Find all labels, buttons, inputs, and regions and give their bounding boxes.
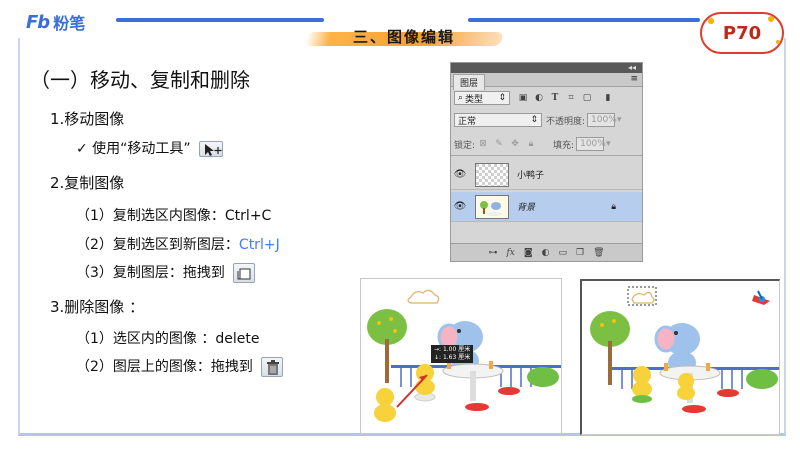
move-tool-icon [199,141,224,157]
tooltip-dy: ↓: 1.63 厘米 [434,354,471,361]
chevron-down-icon[interactable]: ▾ [606,139,611,149]
tab-layers[interactable]: 图层 [453,74,486,90]
layer-row[interactable]: 👁︎ 小鸭子 [451,160,642,190]
scene-illustration-after [580,279,780,435]
lock-position-icon[interactable]: ✥ [510,139,520,149]
trash-icon [261,357,284,377]
scene-illustration-before: →: 1.00 厘米 ↓: 1.63 厘米 [360,278,562,434]
layer-thumbnail [475,194,509,219]
brand-mark: Fb [26,11,50,33]
page-heading: （一）移动、复制和删除 [30,68,250,92]
opacity-value: 100% [591,115,617,125]
badge-dot [768,16,774,22]
fill-input[interactable]: 100% [576,137,606,151]
eye-icon[interactable]: 👁︎ [451,169,469,180]
layers-panel: ◂◂ 图层 ≡ ⌕ 类型 ⇕ ▣ ◐ T ⌗ ▢ ▮ 正常 ⇕ 不透明度: 10… [450,62,643,262]
brand-name: 粉笔 [53,14,86,33]
item-copy-title: 2.复制图像 [50,174,125,192]
link-icon[interactable]: ⊶ [488,248,497,258]
filter-kind-value: 类型 [465,94,484,105]
page-badge: P70 [700,12,784,54]
filter-type-icon[interactable]: T [550,93,560,103]
item-move-sub-text: ✓ 使用“移动工具” [76,141,191,157]
opacity-input[interactable]: 100% [587,113,617,127]
layer-row-selected[interactable]: 👁︎ 背景 🔒︎ [451,192,642,222]
filter-toggle-icon[interactable]: ▮ [603,93,613,103]
adjustment-icon[interactable]: ◐ [542,248,550,258]
header-rule-left [116,18,324,22]
item-copy-sub3-text: （3）复制图层：拖拽到 [76,265,225,281]
blend-row: 正常 ⇕ 不透明度: 100% ▾ [451,113,642,127]
panel-titlebar: ◂◂ [451,63,642,73]
panel-tabs: 图层 ≡ [451,73,642,90]
layer-name: 背景 [517,203,536,213]
section-banner: 三、图像编辑 [304,22,504,52]
collapse-icon[interactable]: ◂◂ [628,63,636,72]
search-icon: ⌕ [458,93,464,103]
move-offset-tooltip: →: 1.00 厘米 ↓: 1.63 厘米 [431,345,474,363]
new-layer-icon [233,263,256,283]
filter-kind-select[interactable]: ⌕ 类型 ⇕ [454,91,510,105]
chevron-updown-icon: ⇕ [498,93,506,103]
item-move-sub: ✓ 使用“移动工具” [76,138,224,158]
mask-icon[interactable]: ◙ [524,248,533,258]
panel-footer: ⊶ fx ◙ ◐ ▭ ❐ 🗑︎ [451,243,642,261]
lock-all-icon[interactable]: 🔒︎ [526,139,536,149]
chevron-down-icon[interactable]: ▾ [617,115,622,125]
layer-name: 小鸭子 [517,171,545,181]
filter-smart-icon[interactable]: ▢ [582,93,592,103]
item-copy-sub2-text: （2）复制选区到新图层： [76,237,239,253]
item-copy-sub1: （1）复制选区内图像：Ctrl+C [76,208,272,224]
layer-list: 👁︎ 小鸭子 👁︎ 背景 🔒︎ [451,155,642,243]
page-number: P70 [722,22,762,44]
lock-label: 锁定: [454,140,476,151]
eye-icon[interactable]: 👁︎ [451,201,469,212]
tooltip-dx: →: 1.00 厘米 [434,346,471,353]
blend-mode-select[interactable]: 正常 ⇕ [454,113,542,127]
filter-row: ⌕ 类型 ⇕ ▣ ◐ T ⌗ ▢ ▮ [451,91,642,105]
filter-adjust-icon[interactable]: ◐ [534,93,544,103]
new-layer-icon[interactable]: ❐ [576,248,584,258]
badge-dot [708,18,714,24]
fx-icon[interactable]: fx [506,248,514,258]
item-delete-sub1: （1）选区内的图像 ：delete [76,331,260,347]
panel-menu-icon[interactable]: ≡ [630,74,638,84]
shortcut-ctrl-j: Ctrl+J [238,237,280,253]
item-delete-sub2: （2）图层上的图像：拖拽到 [76,356,284,377]
item-copy-sub2: （2）复制选区到新图层：Ctrl+J [76,234,280,254]
item-delete-title: 3.删除图像 ： [50,298,145,316]
item-copy-sub3: （3）复制图层：拖拽到 [76,262,256,283]
lock-row: 锁定: ⊠ ✎ ✥ 🔒︎ 填充: 100% ▾ [451,137,642,151]
group-icon[interactable]: ▭ [558,248,567,258]
opacity-label: 不透明度: [546,116,586,127]
item-delete-sub2-text: （2）图层上的图像：拖拽到 [76,359,253,375]
trash-icon[interactable]: 🗑︎ [593,248,604,258]
lock-transparent-icon[interactable]: ⊠ [478,139,488,149]
brand-logo: Fb 粉笔 [26,10,85,34]
lock-icon: 🔒︎ [611,201,616,212]
layer-thumbnail [475,162,509,187]
badge-dot [776,40,780,44]
fill-value: 100% [580,139,606,149]
chevron-updown-icon: ⇕ [530,115,538,125]
section-title: 三、图像编辑 [352,28,455,46]
filter-pixel-icon[interactable]: ▣ [518,93,528,103]
filter-shape-icon[interactable]: ⌗ [566,93,576,103]
fill-label: 填充: [553,140,575,151]
lock-pixels-icon[interactable]: ✎ [494,139,504,149]
header-rule-right [468,18,700,22]
blend-mode-value: 正常 [458,116,477,127]
item-move-title: 1.移动图像 [50,110,125,128]
